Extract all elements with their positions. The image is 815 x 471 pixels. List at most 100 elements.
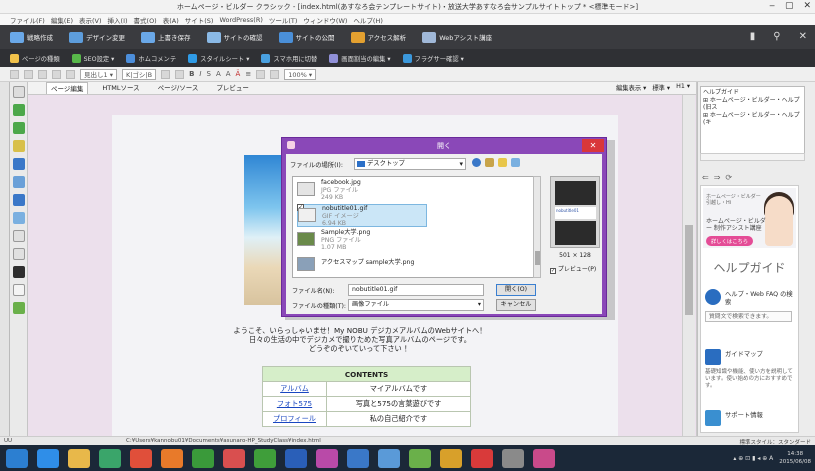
subtool-seo[interactable]: SEO設定 ▾ [71, 53, 114, 63]
back-icon[interactable]: ⇐ [702, 173, 709, 182]
file-item[interactable]: Sample大学.png PNG ファイル 1.07 MB [297, 229, 427, 252]
clock[interactable]: 14:38 2015/06/08 [779, 450, 811, 466]
edit-display-select[interactable]: 編集表示 ▾ [616, 83, 646, 92]
zoom-in-icon[interactable] [256, 69, 266, 79]
help-tree-scrollbar[interactable] [700, 153, 805, 161]
menu-window[interactable]: ウィンドウ(W) [303, 15, 347, 25]
taskbar-dw-icon[interactable] [254, 448, 276, 468]
tab-page-source[interactable]: ページ/ソース [154, 82, 203, 94]
font-select[interactable]: K|ゴシ|B [121, 68, 157, 80]
file-item[interactable]: facebook.jpg JPG ファイル 249 KB [297, 179, 427, 202]
taskbar-chrome-icon[interactable] [192, 448, 214, 468]
subtool-layout[interactable]: 画面割当の編集 ▾ [329, 53, 391, 63]
redo-icon[interactable] [66, 69, 75, 79]
tab-html-source[interactable]: HTMLソース [98, 82, 143, 94]
menu-view[interactable]: 表示(V) [79, 15, 102, 25]
menu-site[interactable]: サイト(S) [185, 15, 214, 25]
help-tree[interactable]: ヘルプガイド ⊞ ホームページ・ビルダー・ヘルプ(旧ス ⊞ ホームページ・ビルダ… [700, 86, 805, 161]
close-toolbar-icon[interactable]: ✕ [799, 31, 807, 42]
taskbar-explorer-icon[interactable] [68, 448, 90, 468]
list-icon[interactable] [12, 230, 25, 242]
menu-table[interactable]: 表(A) [163, 15, 179, 25]
up-folder-icon[interactable] [485, 158, 494, 167]
zoom-out-icon[interactable] [270, 69, 280, 79]
bold-button[interactable]: B [189, 70, 194, 78]
open-icon[interactable] [24, 69, 33, 79]
toolbar-button-analytics[interactable]: アクセス解析 [350, 31, 406, 43]
person-icon[interactable] [12, 122, 25, 134]
toolbar-button-save[interactable]: 上書き保存 [141, 31, 191, 43]
taskbar-tool1-icon[interactable] [223, 448, 245, 468]
back-folder-icon[interactable] [472, 158, 481, 167]
file-item-selected[interactable]: ✓ nobutitle01.gifGIF イメージ6.94 KB [297, 204, 427, 227]
support-section[interactable]: サポート情報 [703, 410, 796, 430]
panel-icon[interactable]: ▮ [750, 31, 756, 42]
text-tool-icon[interactable] [12, 86, 25, 98]
subtool-comment[interactable]: ホムコメンテ [126, 53, 176, 63]
toolbar-button-course[interactable]: Webアシスト講座 [422, 31, 492, 43]
canvas-scrollbar[interactable] [682, 95, 695, 436]
preview-checkbox[interactable]: ✓ [550, 268, 556, 274]
taskbar-tool8-icon[interactable] [533, 448, 555, 468]
welcome-text[interactable]: ようこそ、いらっしゃいませ！My NOBU デジカメアルバムのWebサイトへ！ … [210, 326, 510, 353]
taskbar-tool6-icon[interactable] [471, 448, 493, 468]
subtool-browser-check[interactable]: フラグサー確認 ▾ [402, 53, 464, 63]
taskbar-ie-icon[interactable] [37, 448, 59, 468]
toolbar-button-design[interactable]: デザイン変更 [69, 31, 125, 43]
font-size-up-button[interactable]: A [216, 70, 221, 78]
help-search-label[interactable]: ヘルプ・Web FAQ の検索 [725, 291, 796, 306]
banner-details-button[interactable]: 詳しくはこちら [706, 236, 754, 246]
taskbar-store-icon[interactable] [99, 448, 121, 468]
taskbar-firefox-icon[interactable] [161, 448, 183, 468]
cancel-button[interactable]: キャンセル [496, 299, 536, 311]
file-list[interactable]: facebook.jpgJPG ファイル249 KB ✓ nobutitle01… [292, 176, 534, 278]
help-search-section[interactable]: ヘルプ・Web FAQ の検索 質問文で検索できます。 [703, 289, 796, 325]
undo-icon[interactable] [52, 69, 61, 79]
toolbar-button-publish[interactable]: サイトの公開 [278, 31, 335, 43]
close-window-button[interactable]: ✕ [803, 1, 811, 11]
taskbar-media-icon[interactable] [130, 448, 152, 468]
table-icon[interactable] [12, 194, 25, 206]
tray-icons[interactable]: ▴ ⊕ ⊡ ▮ ◂ ⊕ A [733, 455, 773, 462]
guide-map-section[interactable]: ガイドマップ 基礎知識や機能、使い方を説明しています。使い始めの方におすすめです… [703, 349, 796, 393]
align-menu-button[interactable]: ≡ [245, 70, 251, 78]
paragraph-style-select[interactable]: 見出し1 ▾ [80, 68, 117, 80]
menu-help[interactable]: ヘルプ(H) [353, 15, 382, 25]
maximize-button[interactable]: ▢ [785, 1, 794, 11]
subtool-page-type[interactable]: ページの種類 [10, 53, 60, 63]
taskbar-start-icon[interactable] [6, 448, 28, 468]
dialog-close-button[interactable]: ✕ [582, 139, 604, 152]
subtool-smartphone[interactable]: スマホ用に切替 [261, 53, 317, 63]
taskbar-ps-icon[interactable] [285, 448, 307, 468]
layer-icon[interactable] [12, 212, 25, 224]
filename-input[interactable]: nobutitle01.gif [348, 284, 484, 296]
strike-button[interactable]: S [207, 70, 211, 78]
preview-toggle[interactable]: ✓ プレビュー(P) [550, 264, 604, 274]
tab-page-edit[interactable]: ページ編集 [46, 82, 89, 94]
image-icon[interactable] [12, 158, 25, 170]
gadget-icon[interactable] [12, 302, 25, 314]
align-left-icon[interactable] [161, 69, 171, 79]
form-icon[interactable] [12, 248, 25, 260]
file-list-scrollbar[interactable] [533, 176, 541, 278]
scrollbar-thumb[interactable] [685, 225, 693, 315]
taskbar-tool2-icon[interactable] [347, 448, 369, 468]
course-banner[interactable]: ホームページ・ビルダー 引越し・Hi ホームページ・ビルダー 制作アシスト講座 … [703, 188, 796, 248]
media-icon[interactable] [12, 266, 25, 278]
refresh-icon[interactable]: ⟳ [725, 173, 732, 182]
tab-preview[interactable]: プレビュー [212, 82, 253, 94]
taskbar-tool5-icon[interactable] [440, 448, 462, 468]
heading-select[interactable]: H1 ▾ [676, 83, 690, 92]
file-item[interactable]: アクセスマップ sample大学.png [297, 254, 427, 277]
taskbar-tool3-icon[interactable] [378, 448, 400, 468]
font-color-button[interactable]: Ä [236, 70, 241, 78]
tree-item[interactable]: ⊞ ホームページ・ビルダー・ヘルプ(キ [703, 112, 802, 127]
standard-select[interactable]: 標準 ▾ [652, 83, 670, 92]
align-center-icon[interactable] [175, 69, 185, 79]
filetype-select[interactable]: 画像ファイル ▾ [348, 299, 484, 311]
italic-button[interactable]: I [199, 70, 201, 78]
scrollbar-thumb[interactable] [535, 251, 540, 265]
minimize-button[interactable]: ‒ [769, 1, 775, 11]
menu-edit[interactable]: 編集(E) [51, 15, 73, 25]
toolbar-button-site-check[interactable]: サイトの確認 [206, 31, 263, 43]
